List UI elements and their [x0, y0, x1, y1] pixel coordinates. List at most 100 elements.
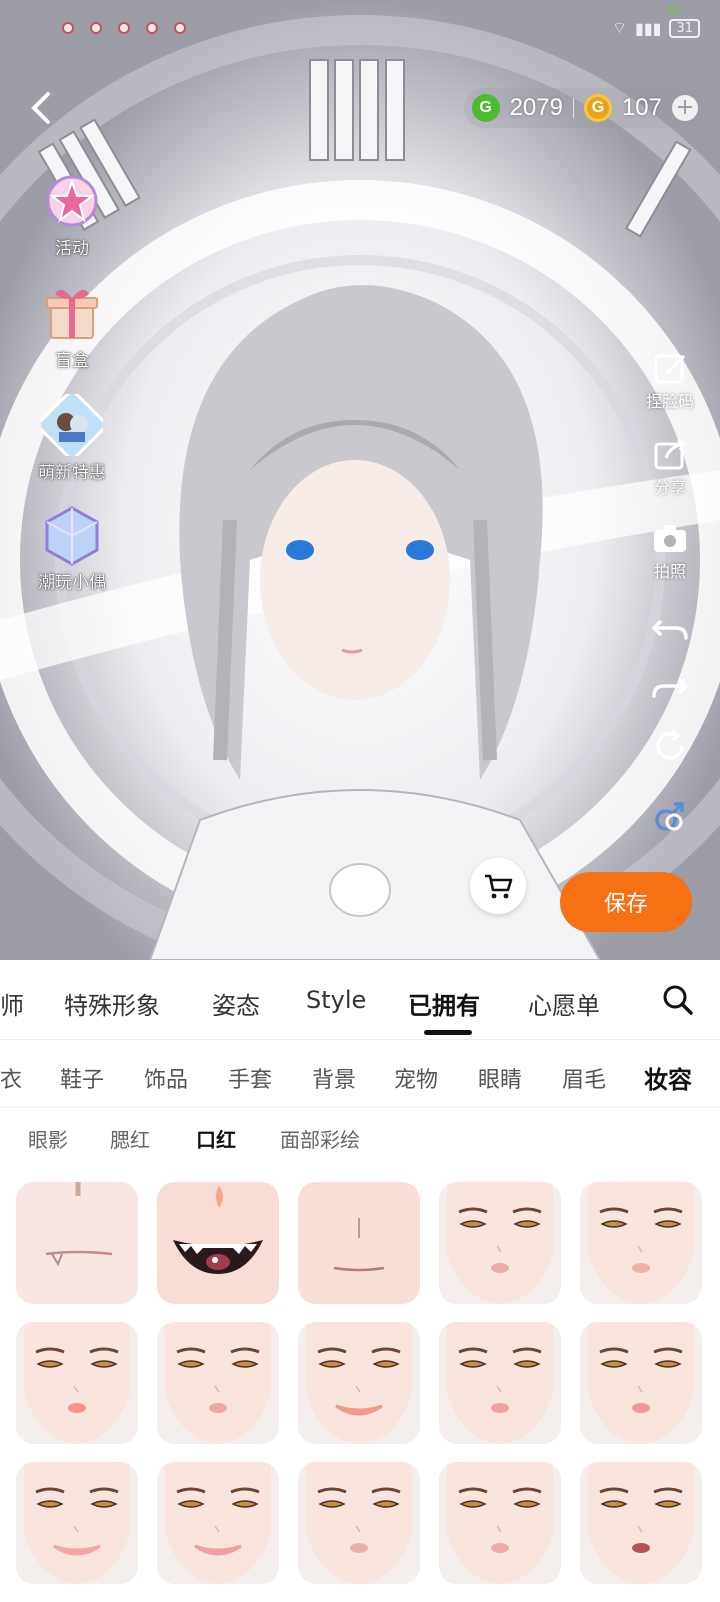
lipstick-item[interactable] [439, 1462, 561, 1584]
cart-icon [485, 874, 513, 899]
lipstick-preview-icon [16, 1322, 138, 1444]
tool-label: 分享 [653, 478, 686, 497]
lipstick-item[interactable] [439, 1182, 561, 1304]
tab-eyebrows[interactable]: 眉毛 [562, 1062, 606, 1094]
back-button[interactable] [24, 90, 60, 126]
lipstick-item[interactable] [16, 1322, 138, 1444]
lipstick-item[interactable] [157, 1182, 279, 1304]
camera-icon [654, 525, 686, 552]
notification-icons [62, 22, 186, 34]
avatar-preview-scene[interactable]: 50 ⌔ ▮▮▮ 31 G 2079 G 107 + 活动 盲盒 萌新特惠 潮玩… [0, 0, 720, 960]
camera-button[interactable]: 拍照 [642, 518, 698, 582]
star-badge-icon [41, 170, 103, 232]
gender-switch-button[interactable] [642, 796, 698, 836]
lipstick-item[interactable] [298, 1322, 420, 1444]
left-menu-item-figure-toy[interactable]: 潮玩小偶 [30, 504, 114, 593]
share-button[interactable]: 分享 [642, 434, 698, 498]
currency-bar: G 2079 G 107 + [463, 88, 706, 128]
tab-eyeshadow[interactable]: 眼影 [28, 1124, 68, 1153]
left-menu-label: 活动 [55, 239, 89, 259]
lipstick-preview-icon [580, 1462, 702, 1584]
search-icon[interactable] [662, 984, 694, 1016]
lipstick-preview-icon [439, 1462, 561, 1584]
tab-eyes[interactable]: 眼睛 [478, 1062, 522, 1094]
makeup-subtabs: 眼影 腮红 口红 面部彩绘 [0, 1108, 720, 1168]
tab-blush[interactable]: 腮红 [110, 1124, 150, 1153]
left-menu-label: 盲盒 [55, 351, 89, 371]
wardrobe-panel: 师 特殊形象 姿态 Style 已拥有 心愿单 衣 鞋子 饰品 手套 背景 宠物… [0, 960, 720, 1602]
active-tab-indicator [424, 1030, 472, 1035]
category-tabs: 师 特殊形象 姿态 Style 已拥有 心愿单 [0, 960, 720, 1040]
left-menu-label: 潮玩小偶 [38, 573, 106, 593]
lipstick-preview-icon [298, 1322, 420, 1444]
tab-pose[interactable]: 姿态 [212, 986, 260, 1021]
lipstick-item[interactable] [298, 1182, 420, 1304]
tab-shoes[interactable]: 鞋子 [60, 1062, 104, 1094]
lipstick-item[interactable] [157, 1462, 279, 1584]
lipstick-item[interactable] [580, 1182, 702, 1304]
undo-icon [651, 620, 688, 640]
gender-switch-icon [655, 802, 684, 831]
gift-box-icon [41, 282, 103, 344]
tab-face-paint[interactable]: 面部彩绘 [280, 1124, 360, 1153]
signal-icon: ▮▮▮ [635, 18, 662, 38]
gold-coin-icon: G [583, 94, 612, 122]
lipstick-item[interactable] [580, 1462, 702, 1584]
reset-icon [656, 729, 684, 760]
redo-button[interactable] [642, 666, 698, 706]
lipstick-item[interactable] [580, 1322, 702, 1444]
tab-clothes[interactable]: 衣 [0, 1062, 22, 1094]
tab-owned[interactable]: 已拥有 [408, 986, 480, 1021]
lipstick-preview-icon [580, 1182, 702, 1304]
left-menu-item-activity[interactable]: 活动 [30, 170, 114, 259]
cart-button[interactable] [470, 858, 526, 914]
tab-pet[interactable]: 宠物 [394, 1062, 438, 1094]
add-currency-button[interactable]: + [672, 95, 698, 121]
lipstick-preview-icon [16, 1182, 138, 1304]
lipstick-preview-icon [157, 1462, 279, 1584]
save-button[interactable]: 保存 [560, 872, 692, 932]
tab-makeup[interactable]: 妆容 [644, 1060, 692, 1095]
tab-background[interactable]: 背景 [312, 1062, 356, 1094]
lipstick-preview-icon [157, 1182, 279, 1304]
lipstick-item[interactable] [16, 1182, 138, 1304]
tool-label: 捏脸码 [645, 392, 694, 411]
tab-wishlist[interactable]: 心愿单 [528, 986, 600, 1021]
character-card-icon [37, 390, 107, 460]
lipstick-item[interactable] [16, 1462, 138, 1584]
tab-accessories[interactable]: 饰品 [144, 1062, 188, 1094]
lipstick-preview-icon [157, 1322, 279, 1444]
tab-gloves[interactable]: 手套 [228, 1062, 272, 1094]
face-code-button[interactable]: 捏脸码 [642, 348, 698, 412]
currency-divider [572, 98, 574, 118]
lipstick-item[interactable] [298, 1462, 420, 1584]
share-icon [654, 438, 687, 470]
lipstick-preview-icon [580, 1322, 702, 1444]
chevron-left-icon [31, 92, 50, 124]
face-code-icon [654, 354, 686, 384]
left-menu-label: 萌新特惠 [38, 463, 106, 483]
green-currency-value: 2079 [509, 94, 563, 121]
lipstick-preview-icon [16, 1462, 138, 1584]
lipstick-item[interactable] [157, 1322, 279, 1444]
lipstick-preview-icon [298, 1182, 420, 1304]
status-bar: ⌔ ▮▮▮ 31 [612, 18, 700, 38]
undo-button[interactable] [642, 608, 698, 648]
left-menu-item-blindbox[interactable]: 盲盒 [30, 282, 114, 371]
net-speed: 50 [667, 6, 680, 17]
tab-designer[interactable]: 师 [0, 986, 24, 1021]
battery-icon: 31 [669, 18, 700, 38]
lipstick-preview-icon [439, 1322, 561, 1444]
lipstick-preview-icon [439, 1182, 561, 1304]
reset-button[interactable] [642, 726, 698, 766]
lipstick-item[interactable] [439, 1322, 561, 1444]
item-type-tabs: 衣 鞋子 饰品 手套 背景 宠物 眼睛 眉毛 妆容 [0, 1040, 720, 1108]
tab-special-image[interactable]: 特殊形象 [64, 986, 160, 1021]
crystal-cube-icon [41, 504, 103, 566]
tool-label: 拍照 [653, 562, 686, 581]
left-menu-item-newbie-deal[interactable]: 萌新特惠 [30, 390, 114, 483]
tab-style[interactable]: Style [306, 986, 366, 1014]
gold-currency-value: 107 [621, 94, 662, 121]
tab-lipstick[interactable]: 口红 [196, 1124, 236, 1153]
lipstick-preview-icon [298, 1462, 420, 1584]
